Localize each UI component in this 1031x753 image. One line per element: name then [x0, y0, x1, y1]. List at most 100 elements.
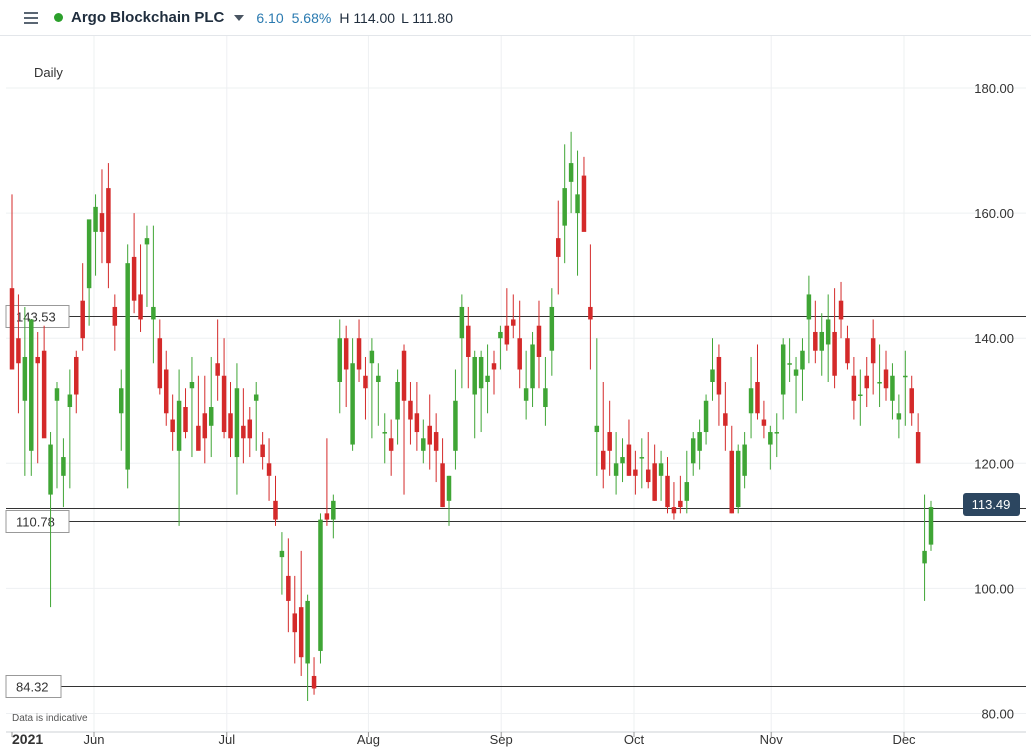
candle-body — [819, 331, 824, 351]
candle — [363, 356, 368, 420]
candle — [151, 225, 156, 364]
candle — [819, 313, 824, 376]
candle-body — [433, 432, 439, 451]
candle-body — [472, 356, 477, 395]
disclaimer-label: Data is indicative — [12, 713, 88, 724]
candle-body — [221, 375, 227, 433]
candle-body — [787, 363, 792, 365]
candle — [883, 350, 889, 401]
day-high: H 114.00 — [339, 9, 396, 26]
candle-body — [119, 388, 124, 414]
y-tick-label: 160.00 — [974, 206, 1014, 221]
candle — [716, 344, 722, 426]
candle-body — [678, 500, 683, 508]
candles — [9, 131, 934, 701]
candle — [466, 306, 471, 389]
candle-body — [466, 325, 471, 357]
candle — [568, 131, 574, 214]
candle-body — [838, 300, 844, 320]
candle-body — [517, 338, 522, 370]
candle-body — [311, 675, 317, 689]
candle-body — [864, 375, 869, 389]
candle — [504, 288, 510, 351]
candle — [196, 375, 201, 451]
candle-body — [99, 213, 105, 232]
candle-body — [806, 294, 812, 320]
candle — [324, 438, 330, 526]
candle-body — [594, 425, 600, 433]
candle-body — [620, 457, 625, 464]
candle — [260, 432, 265, 470]
candle — [421, 419, 426, 464]
candle — [446, 475, 452, 526]
x-tick-label: Aug — [357, 732, 380, 747]
candle — [825, 294, 831, 382]
x-axis: 2021 Jun Jul Aug Sep Oct Nov Dec — [6, 731, 1026, 747]
candle — [86, 219, 92, 326]
candle — [665, 457, 670, 514]
candle-body — [337, 338, 343, 382]
candle-body — [575, 194, 580, 214]
candle-body — [61, 457, 66, 476]
candle-body — [215, 363, 220, 376]
candle — [305, 594, 310, 701]
candle — [414, 382, 420, 451]
candle-body — [600, 450, 606, 470]
candle — [427, 394, 432, 470]
candle-body — [266, 463, 272, 476]
candlestick-chart[interactable]: 143.53 110.78 84.32 80.00 100.00 120.00 140.0… — [0, 36, 1031, 753]
candle — [813, 300, 818, 364]
candle-body — [86, 219, 92, 289]
candle-body — [761, 419, 767, 426]
candle — [189, 356, 195, 458]
candle-body — [440, 463, 445, 508]
candle — [41, 325, 47, 439]
candle-body — [163, 369, 169, 414]
candle — [556, 200, 561, 295]
candle — [9, 194, 15, 370]
candle — [613, 432, 619, 495]
candle — [234, 363, 240, 495]
price-line-label: 110.78 — [16, 515, 55, 530]
caret-down-icon[interactable] — [234, 14, 245, 21]
candle — [485, 344, 490, 414]
candle-body — [774, 432, 780, 434]
candle-body — [388, 438, 394, 451]
candle-body — [710, 369, 715, 382]
menu-icon[interactable] — [24, 11, 38, 24]
candle — [748, 356, 754, 439]
candle-body — [883, 369, 889, 389]
instrument-title[interactable]: Argo Blockchain PLC — [71, 9, 224, 26]
day-low: L 111.80 — [401, 9, 453, 26]
status-dot — [54, 13, 63, 22]
candle-body — [825, 319, 831, 345]
candle — [780, 338, 786, 420]
candle — [755, 344, 760, 420]
candle — [311, 657, 317, 695]
candle-body — [421, 438, 426, 451]
candle — [710, 338, 715, 401]
candle-body — [697, 432, 702, 451]
candle-body — [292, 613, 298, 633]
candle — [74, 350, 79, 414]
candle-body — [639, 457, 645, 459]
candle-body — [716, 356, 722, 395]
candle-body — [511, 319, 516, 326]
last-price-label: 113.49 — [972, 497, 1011, 512]
y-tick-label: 120.00 — [974, 456, 1014, 471]
candle-body — [549, 306, 555, 351]
candle — [530, 331, 535, 408]
candle — [851, 356, 857, 420]
candle-body — [9, 288, 15, 370]
candle-body — [723, 413, 728, 426]
candle-body — [196, 425, 201, 451]
candle-body — [845, 338, 850, 364]
candle-body — [735, 450, 741, 508]
candle — [761, 400, 767, 439]
candle — [459, 294, 465, 389]
candle-body — [305, 600, 310, 664]
candle-body — [813, 331, 818, 351]
candle-body — [446, 475, 452, 501]
candle-body — [665, 475, 670, 508]
candle — [793, 356, 799, 414]
